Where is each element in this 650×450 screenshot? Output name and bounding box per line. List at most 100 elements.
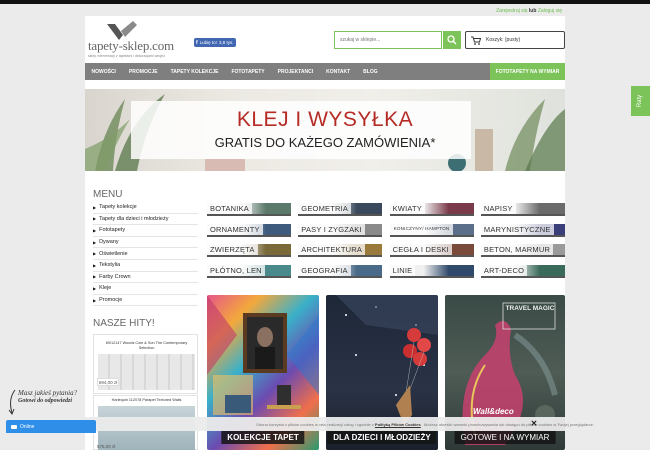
product-price: 694,00 zł: [97, 378, 119, 386]
register-link[interactable]: Zarejestruj się: [496, 8, 527, 14]
chat-arrow-icon: [8, 389, 16, 416]
style-tile[interactable]: LINIE: [389, 264, 474, 278]
arrow-right-icon: ▶: [93, 262, 97, 268]
main-nav: NOWOŚCI PROMOCJE TAPETY KOLEKCJE FOTOTAP…: [85, 63, 565, 80]
logo-tagline: sklep internetowy z tapetami i dekoracja…: [88, 54, 166, 58]
style-tile[interactable]: NAPISY: [480, 203, 565, 216]
style-tile[interactable]: KWIATY: [389, 203, 474, 216]
style-tile[interactable]: ARCHITEKTURA: [298, 244, 383, 257]
menu-item-kleje[interactable]: ▶ Kleje: [93, 283, 198, 295]
category-label: KOLEKCJE TAPET: [221, 431, 305, 444]
tile-label: MARYNISTYCZNE: [480, 223, 554, 235]
tile-label: PŁÓTNO, LEN: [207, 264, 265, 276]
login-separator: lub: [528, 8, 537, 14]
chat-status: Online: [20, 423, 35, 430]
tile-label: GEOMETRIA: [298, 203, 352, 214]
logo-text[interactable]: tapety-sklep.com: [88, 38, 174, 54]
chat-widget-button[interactable]: Online: [6, 420, 96, 433]
style-tile[interactable]: PŁÓTNO, LEN: [207, 264, 291, 278]
style-tile[interactable]: MARYNISTYCZNE: [480, 223, 565, 237]
style-tile[interactable]: GEOMETRIA: [298, 203, 383, 216]
style-tiles-grid: BOTANIKA GEOMETRIA KWIATY NAPISY ORNAMENTY PA…: [207, 203, 565, 278]
style-tile[interactable]: GEOGRAFIA: [298, 264, 383, 278]
chat-prompt: Masz jakieś pytania? Gotowi do odpowiedz…: [18, 389, 77, 405]
tile-label: GEOGRAFIA: [298, 264, 351, 276]
style-tile[interactable]: ART-DECO: [480, 264, 565, 278]
top-bar: [0, 0, 650, 4]
tile-label: NAPISY: [480, 203, 516, 214]
tile-label: LINIE: [389, 264, 416, 276]
tile-label: BOTANIKA: [207, 203, 252, 214]
login-link[interactable]: Zaloguj się: [538, 8, 562, 14]
arrow-right-icon: ▶: [93, 285, 97, 291]
nav-item-nowosci[interactable]: NOWOŚCI: [85, 63, 122, 80]
search-input[interactable]: [334, 31, 442, 49]
menu-item-tekstylia[interactable]: ▶ Tekstylia: [93, 260, 198, 272]
tile-label: CEGŁA I DESKI: [389, 244, 452, 255]
search-button[interactable]: [443, 31, 461, 49]
style-tile[interactable]: BOTANIKA: [207, 203, 291, 216]
menu-item-dywany[interactable]: ▶ Dywany: [93, 237, 198, 249]
wall-deco-logo: Wall&deco: [473, 407, 514, 416]
travel-magic-watermark: TRAVEL MAGIC: [505, 305, 555, 312]
menu-heading: MENU: [93, 189, 123, 200]
cart-icon: [471, 36, 481, 45]
category-label: GOTOWE I NA WYMIAR: [454, 431, 556, 444]
product-price: 576,00 zł: [97, 444, 116, 449]
fb-like-count: 3,8 tys.: [218, 40, 234, 45]
arrow-right-icon: ▶: [93, 239, 97, 245]
fb-like-label: Lubię to!: [199, 40, 217, 45]
cookie-close-icon[interactable]: ✕: [529, 418, 539, 428]
cookie-policy-link[interactable]: Polityką Plików Cookies: [375, 422, 421, 427]
tile-label: ART-DECO: [480, 264, 528, 276]
facebook-like-button[interactable]: f Lubię to! 3,8 tys.: [194, 38, 236, 47]
cart-label: Koszyk: (pusty): [486, 37, 521, 43]
nav-cta-fototapety-na-wymiar[interactable]: FOTOTAPETY NA WYMIAR: [490, 63, 565, 80]
style-tile[interactable]: BETON, MARMUR: [480, 244, 565, 257]
nav-item-kontakt[interactable]: KONTAKT: [320, 63, 357, 80]
raty-side-tab[interactable]: Raty: [631, 86, 650, 116]
style-tile[interactable]: KONICZYNY/ HAMPTON: [389, 223, 474, 237]
nav-item-fototapety[interactable]: FOTOTAPETY: [225, 63, 271, 80]
nav-item-tapety-kolekcje[interactable]: TAPETY KOLEKCJE: [164, 63, 225, 80]
tile-label: BETON, MARMUR: [480, 244, 554, 255]
cookie-text-before: Strona korzysta z plików cookies w celu …: [256, 421, 374, 427]
tile-label: ZWIERZĘTA: [207, 244, 258, 255]
hits-heading: NASZE HITY!: [93, 318, 155, 329]
arrow-right-icon: ▶: [93, 297, 97, 303]
style-tile[interactable]: ZWIERZĘTA: [207, 244, 291, 257]
banner-title: KLEJ I WYSYŁKA: [236, 108, 414, 131]
product-name[interactable]: Harlequin 112078 Parapet Textured Walls: [98, 398, 195, 402]
category-menu: ▶ Tapety kolekcje ▶ Tapety dla dzieci i mł…: [93, 202, 198, 307]
style-tile[interactable]: PASY I ZYGZAKI: [298, 223, 383, 237]
tile-label: ARCHITEKTURA: [298, 244, 366, 255]
cookie-bar: Strona korzysta z plików cookies w celu …: [0, 417, 650, 431]
menu-item-farby-crown[interactable]: ▶ Farby Crown: [93, 272, 198, 284]
menu-item-oswietlenie[interactable]: ▶ Oświetlenie: [93, 248, 198, 260]
arrow-right-icon: ▶: [93, 274, 97, 280]
style-tile[interactable]: CEGŁA I DESKI: [389, 244, 474, 257]
menu-item-fototapety[interactable]: ▶ Fototapety: [93, 225, 198, 237]
tile-label: ORNAMENTY: [207, 223, 263, 235]
arrow-right-icon: ▶: [93, 251, 97, 257]
tile-label: KONICZYNY/ HAMPTON: [389, 223, 454, 235]
nav-item-projektanci[interactable]: PROJEKTANCI: [271, 63, 319, 80]
banner-subtitle: GRATIS DO KAŻEGO ZAMÓWIENIA*: [214, 135, 436, 150]
arrow-right-icon: ▶: [93, 227, 97, 233]
chat-bubble-icon: [11, 424, 17, 429]
menu-item-promocje[interactable]: ▶ Promocje: [93, 295, 198, 307]
search-icon: [447, 35, 457, 45]
facebook-icon: f: [196, 39, 198, 46]
login-links: Zarejestruj się lub Zaloguj się: [496, 8, 562, 14]
menu-item-tapety-kolekcje[interactable]: ▶ Tapety kolekcje: [93, 202, 198, 214]
chat-ask-text: Masz jakieś pytania?: [18, 389, 78, 397]
nav-item-blog[interactable]: BLOG: [357, 63, 384, 80]
chat-ready-text: Gotowi do odpowiedzi: [18, 398, 73, 404]
product-name[interactable]: 69/12147 Woods Cole & Son The Contempora…: [98, 341, 195, 351]
menu-item-tapety-dla-dzieci[interactable]: ▶ Tapety dla dzieci i młodzieży: [93, 214, 198, 226]
promo-banner[interactable]: KLEJ I WYSYŁKA GRATIS DO KAŻEGO ZAMÓWIEN…: [85, 89, 565, 171]
style-tile[interactable]: ORNAMENTY: [207, 223, 291, 237]
tile-label: KWIATY: [389, 203, 425, 214]
cart-button[interactable]: Koszyk: (pusty): [465, 31, 565, 49]
nav-item-promocje[interactable]: PROMOCJE: [122, 63, 164, 80]
